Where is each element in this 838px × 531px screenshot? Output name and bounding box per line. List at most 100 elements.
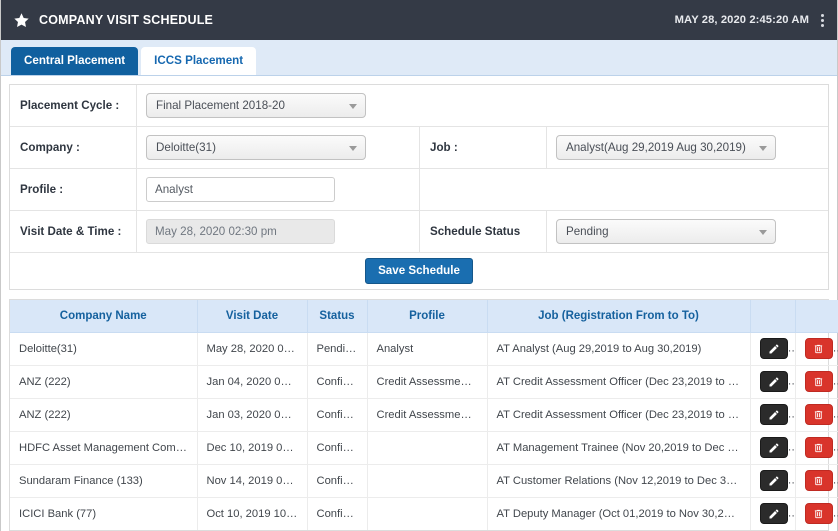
chevron-down-icon [759,145,767,151]
tab-bar: Central Placement ICCS Placement [1,40,837,76]
cell-visit-date: Jan 04, 2020 09:00 AM [197,365,308,399]
profile-input[interactable]: Analyst [146,177,335,202]
tab-iccs-placement[interactable]: ICCS Placement [141,47,257,75]
delete-row-button[interactable] [804,437,833,458]
cell-profile: Credit Assessment Officer [367,365,488,399]
form-row-visit-status: Visit Date & Time : May 28, 2020 02:30 p… [10,211,828,253]
trash-icon [813,409,824,421]
cell-company-name: ANZ (222) [10,398,198,432]
schedule-status-value: Pending [566,225,609,238]
cell-edit [750,332,796,366]
placement-cycle-label: Placement Cycle : [10,85,137,126]
cell-delete [795,431,838,465]
pencil-icon [768,376,780,388]
delete-row-button[interactable] [804,371,833,392]
delete-row-button[interactable] [804,470,833,491]
column-header-visit-date[interactable]: Visit Date [197,300,308,333]
cell-job: AT Customer Relations (Nov 12,2019 to De… [487,464,751,498]
pencil-icon [768,475,780,487]
trash-icon [813,376,824,388]
current-datetime: MAY 28, 2020 2:45:20 AM [674,14,809,26]
job-field-cell: Analyst(Aug 29,2019 Aug 30,2019) [547,127,828,168]
cell-edit [750,365,796,399]
form-row-profile: Profile : Analyst [10,169,828,211]
table-row: ICICI Bank (77)Oct 10, 2019 10:00 AMConf… [10,497,838,530]
star-icon [13,12,30,29]
table-row: ANZ (222)Jan 03, 2020 09:00 AMConfirmedC… [10,398,838,432]
job-label: Job : [420,127,547,168]
trash-icon [813,442,824,454]
visit-date-time-field-cell: May 28, 2020 02:30 pm [137,211,420,252]
cell-delete [795,497,838,530]
cell-status: Confirmed [307,464,368,498]
cell-job: AT Management Trainee (Nov 20,2019 to De… [487,431,751,465]
pencil-icon [768,508,780,520]
edit-row-button[interactable] [759,371,788,392]
cell-visit-date: Jan 03, 2020 09:00 AM [197,398,308,432]
table-row: HDFC Asset Management Company (139)Dec 1… [10,431,838,465]
app-header-right: MAY 28, 2020 2:45:20 AM [675,12,827,29]
cell-status: Confirmed [307,398,368,432]
column-header-profile[interactable]: Profile [367,300,488,333]
cell-profile [367,431,488,465]
schedule-status-field-cell: Pending [547,211,828,252]
edit-row-button[interactable] [759,437,788,458]
table-row: Sundaram Finance (133) Nov 14, 2019 09:00… [10,464,838,498]
column-header-delete [795,300,838,333]
cell-delete [795,464,838,498]
company-field-cell: Deloitte(31) [137,127,420,168]
visit-date-time-label: Visit Date & Time : [10,211,137,252]
page-root: COMPANY VISIT SCHEDULE MAY 28, 2020 2:45… [0,0,838,531]
cell-job: AT Credit Assessment Officer (Dec 23,201… [487,365,751,399]
cell-profile: Credit Assessment Officer [367,398,488,432]
placement-cycle-select[interactable]: Final Placement 2018-20 [146,93,366,118]
job-select[interactable]: Analyst(Aug 29,2019 Aug 30,2019) [556,135,776,160]
cell-status: Pending [307,332,368,366]
form-row-company-job: Company : Deloitte(31) Job : Analyst(Aug… [10,127,828,169]
kebab-menu-icon[interactable] [818,12,827,29]
edit-row-button[interactable] [759,338,788,359]
visit-date-time-input[interactable]: May 28, 2020 02:30 pm [146,219,335,244]
profile-row-spacer [420,169,828,210]
pencil-icon [768,409,780,421]
cell-job: AT Credit Assessment Officer (Dec 23,201… [487,398,751,432]
edit-row-button[interactable] [759,470,788,491]
company-select[interactable]: Deloitte(31) [146,135,366,160]
table-head: Company Name Visit Date Status Profile J… [10,300,838,333]
delete-row-button[interactable] [804,503,833,525]
delete-row-button[interactable] [804,404,833,425]
cell-delete [795,365,838,399]
schedule-status-label: Schedule Status [420,211,547,252]
trash-icon [813,343,824,355]
table-row: ANZ (222)Jan 04, 2020 09:00 AMConfirmedC… [10,365,838,399]
save-schedule-button[interactable]: Save Schedule [365,258,473,284]
job-value: Analyst(Aug 29,2019 Aug 30,2019) [566,141,746,154]
trash-icon [813,475,824,487]
pencil-icon [768,442,780,454]
cell-status: Confirmed [307,497,368,530]
cell-status: Confirmed [307,431,368,465]
cell-visit-date: Oct 10, 2019 10:00 AM [197,497,308,530]
trash-icon [813,508,824,520]
column-header-job[interactable]: Job (Registration From to To) [487,300,751,333]
cell-delete [795,398,838,432]
pencil-icon [768,343,780,355]
tab-central-placement[interactable]: Central Placement [11,47,139,75]
chevron-down-icon [759,229,767,235]
column-header-status[interactable]: Status [307,300,368,333]
app-header-left: COMPANY VISIT SCHEDULE [13,12,213,29]
form-row-placement-cycle: Placement Cycle : Final Placement 2018-2… [10,85,828,127]
edit-row-button[interactable] [759,404,788,425]
app-header: COMPANY VISIT SCHEDULE MAY 28, 2020 2:45… [1,0,837,40]
schedule-form: Placement Cycle : Final Placement 2018-2… [9,84,829,290]
cell-job: AT Deputy Manager (Oct 01,2019 to Nov 30… [487,497,751,530]
column-header-edit [750,300,796,333]
delete-row-button[interactable] [804,338,833,359]
cell-visit-date: Nov 14, 2019 09:00 AM [197,464,308,498]
schedule-status-select[interactable]: Pending [556,219,776,244]
placement-cycle-field-cell: Final Placement 2018-20 [137,85,828,126]
cell-company-name: ICICI Bank (77) [10,497,198,530]
schedule-table: Company Name Visit Date Status Profile J… [10,300,838,530]
column-header-company-name[interactable]: Company Name [10,300,198,333]
edit-row-button[interactable] [759,503,788,525]
